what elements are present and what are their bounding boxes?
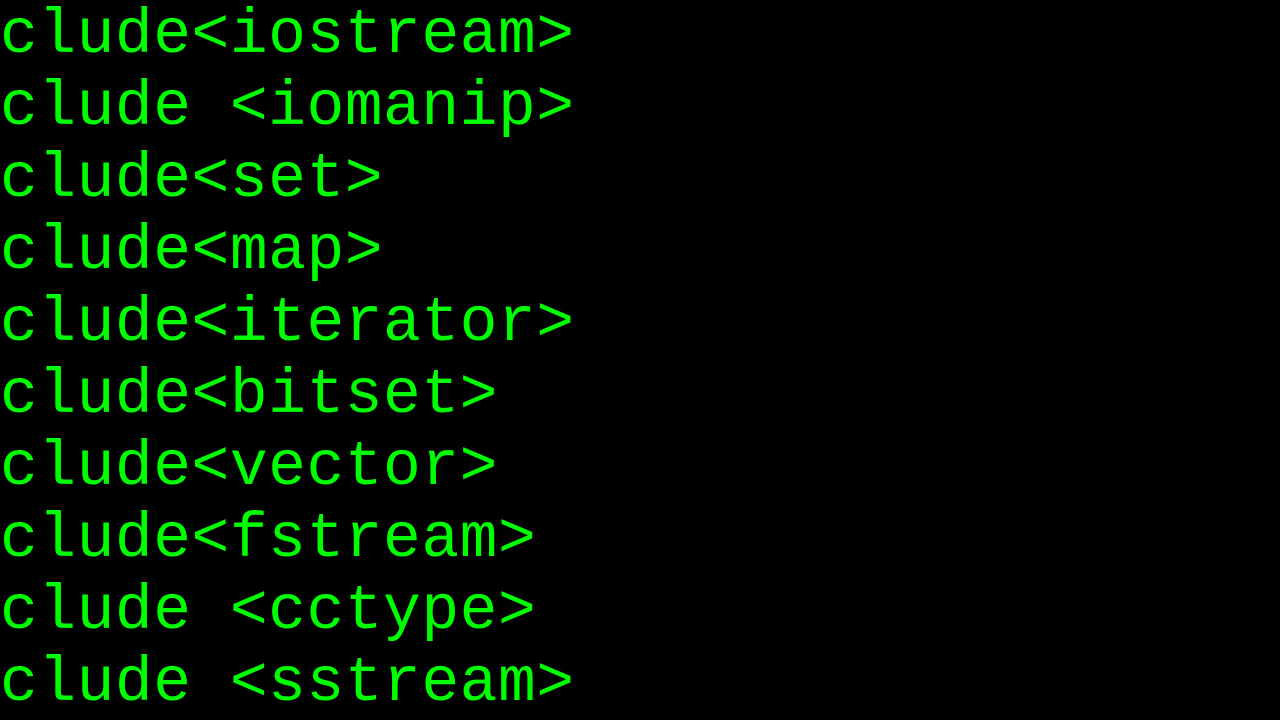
code-editor: clude<iostream> clude <iomanip> clude<se… [0, 0, 1280, 720]
code-line: clude<vector> [0, 432, 1280, 504]
code-line: clude<map> [0, 216, 1280, 288]
code-line: clude<bitset> [0, 360, 1280, 432]
code-line: clude<set> [0, 144, 1280, 216]
code-line: clude <iomanip> [0, 72, 1280, 144]
code-line: clude<iostream> [0, 0, 1280, 72]
code-line: clude <cctype> [0, 576, 1280, 648]
code-line: clude<iterator> [0, 288, 1280, 360]
code-line: clude<fstream> [0, 504, 1280, 576]
code-line: clude <sstream> [0, 648, 1280, 720]
